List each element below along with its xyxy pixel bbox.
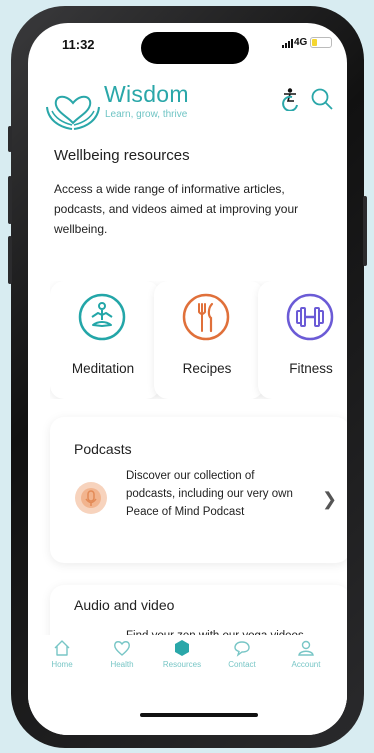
accessibility-button[interactable] (279, 87, 301, 116)
category-card-fitness[interactable]: Fitness (258, 281, 347, 399)
accessibility-icon (282, 88, 298, 112)
category-label: Recipes (182, 361, 232, 376)
nav-label: Account (291, 660, 321, 669)
nav-item-resources[interactable]: Resources (154, 639, 210, 669)
category-label: Meditation (71, 361, 135, 376)
dynamic-island (141, 32, 249, 64)
nav-label: Health (110, 660, 134, 669)
dumbbell-icon (286, 293, 334, 341)
app-header: Wisdom Learn, grow, thrive (28, 73, 347, 133)
brand-name: Wisdom (104, 81, 189, 107)
phone-screen: 11:32 4G Wisdom Learn, grow, thrive Well… (28, 23, 347, 735)
search-button[interactable] (310, 87, 334, 116)
page-description: Access a wide range of informative artic… (54, 182, 299, 236)
meditation-icon (78, 293, 126, 341)
home-indicator (140, 713, 258, 717)
brand-tagline: Learn, grow, thrive (105, 109, 188, 120)
nav-item-account[interactable]: Account (278, 639, 334, 669)
bottom-navigation: Home Health Resources Contact Account (28, 635, 347, 735)
status-time: 11:32 (62, 37, 95, 52)
cutlery-icon (182, 293, 230, 341)
nav-item-home[interactable]: Home (34, 639, 90, 669)
nav-item-health[interactable]: Health (94, 639, 150, 669)
volume-down-button (8, 236, 12, 284)
battery-level (312, 39, 318, 46)
microphone-icon (74, 481, 108, 520)
battery-icon (310, 37, 332, 48)
search-icon (311, 88, 333, 110)
user-icon (298, 640, 314, 656)
chat-bubble-icon (234, 641, 250, 657)
category-card-meditation[interactable]: Meditation (50, 281, 160, 399)
mute-switch (8, 126, 12, 152)
podcasts-card[interactable]: Podcasts Discover our collection of podc… (50, 417, 347, 563)
signal-icon (282, 39, 293, 48)
podcasts-title: Podcasts (74, 441, 132, 457)
nav-label: Home (51, 660, 73, 669)
network-type: 4G (294, 37, 308, 48)
nav-label: Contact (228, 660, 256, 669)
audio-video-title: Audio and video (74, 597, 175, 613)
nav-label: Resources (162, 660, 202, 669)
podcasts-description: Discover our collection of podcasts, inc… (126, 470, 293, 518)
category-carousel[interactable]: Meditation Recipes Fitness (50, 281, 347, 399)
wisdom-logo-icon[interactable] (44, 81, 102, 140)
heart-icon (114, 641, 130, 656)
page-title: Wellbeing resources (54, 147, 190, 164)
category-card-recipes[interactable]: Recipes (154, 281, 264, 399)
chevron-right-icon[interactable]: ❯ (322, 489, 337, 510)
home-icon (54, 640, 70, 656)
nav-item-contact[interactable]: Contact (214, 639, 270, 669)
category-label: Fitness (289, 361, 333, 376)
status-bar: 11:32 4G (28, 23, 347, 67)
power-button (363, 196, 367, 266)
resources-icon (175, 640, 189, 656)
volume-up-button (8, 176, 12, 224)
